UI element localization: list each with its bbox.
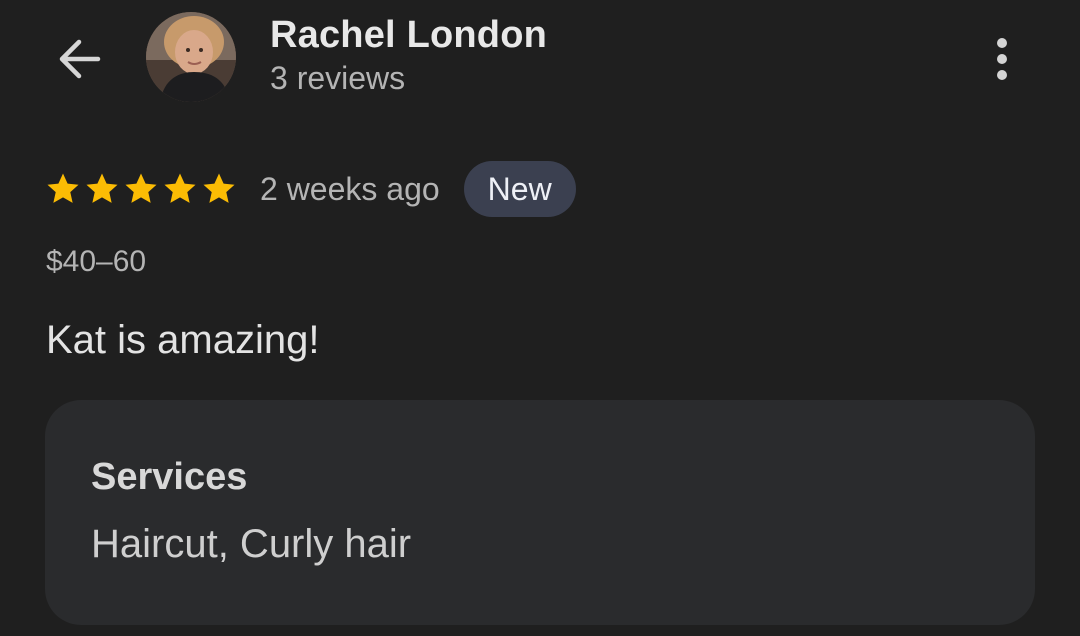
more-vertical-icon bbox=[997, 38, 1007, 48]
price-range: $40–60 bbox=[46, 245, 147, 278]
review-detail-screen: Rachel London 3 reviews 2 weeks ago New … bbox=[0, 0, 1080, 636]
more-options-button[interactable] bbox=[980, 30, 1024, 88]
star-icon bbox=[203, 173, 235, 203]
star-icon bbox=[125, 173, 157, 203]
services-card: Services Haircut, Curly hair bbox=[45, 400, 1035, 625]
reviewer-name[interactable]: Rachel London bbox=[270, 14, 547, 57]
rating-row: 2 weeks ago New bbox=[44, 160, 576, 218]
star-icon bbox=[86, 173, 118, 203]
avatar[interactable] bbox=[146, 12, 236, 102]
star-icon bbox=[164, 173, 196, 203]
star-rating bbox=[44, 170, 238, 208]
review-text: Kat is amazing! bbox=[46, 318, 320, 362]
avatar-image bbox=[146, 12, 236, 102]
new-badge: New bbox=[463, 161, 576, 217]
more-vertical-icon-dot bbox=[997, 70, 1007, 80]
arrow-left-icon bbox=[59, 39, 101, 79]
review-count[interactable]: 3 reviews bbox=[270, 60, 405, 97]
review-date: 2 weeks ago bbox=[260, 170, 440, 207]
star-icon bbox=[47, 173, 79, 203]
services-title: Services bbox=[91, 456, 248, 498]
more-vertical-icon-dot bbox=[997, 54, 1007, 64]
back-button[interactable] bbox=[50, 30, 108, 88]
services-value: Haircut, Curly hair bbox=[91, 522, 412, 566]
